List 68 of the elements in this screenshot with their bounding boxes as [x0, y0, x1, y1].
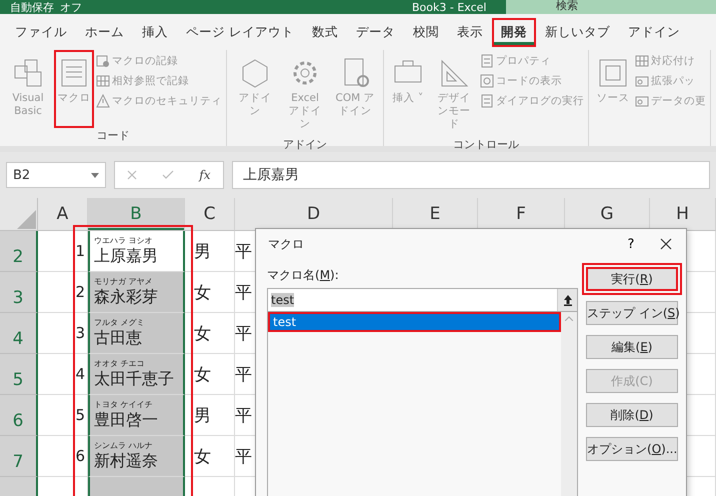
- row-header[interactable]: 5: [0, 354, 38, 395]
- window-title: Book3 - Excel: [412, 2, 486, 14]
- row-header[interactable]: 7: [0, 436, 38, 477]
- group-label: アドイン: [282, 137, 328, 153]
- ribbon-tab[interactable]: 表示: [448, 18, 492, 46]
- search-field[interactable]: 検索: [506, 0, 716, 14]
- name-cell: シンムラ ハルナ 新村遥奈: [88, 436, 185, 477]
- table-cell: 女: [185, 354, 235, 395]
- column-header[interactable]: C: [185, 198, 235, 231]
- dialog-title: マクロ: [268, 236, 305, 252]
- grid-icon: [635, 54, 649, 68]
- column-header[interactable]: H: [650, 198, 716, 231]
- package-icon: [635, 94, 649, 108]
- row-header[interactable]: 3: [0, 272, 38, 313]
- table-cell: 女: [185, 272, 235, 313]
- ribbon-tab[interactable]: アドイン: [618, 18, 689, 46]
- ribbon-tab[interactable]: ホーム: [76, 18, 133, 46]
- dialog-button[interactable]: 削除(D): [586, 403, 678, 427]
- close-icon[interactable]: [660, 238, 672, 250]
- dialog-button[interactable]: オプション(O)...: [586, 437, 678, 461]
- name-cell: トヨタ ケイイチ 豊田啓一: [88, 395, 185, 436]
- column-header[interactable]: F: [478, 198, 565, 231]
- table-cell: 女: [185, 313, 235, 354]
- autosave-toggle[interactable]: オフ: [60, 2, 82, 14]
- ribbon-tab[interactable]: 数式: [302, 18, 347, 46]
- name-box[interactable]: B2: [6, 162, 106, 188]
- column-header[interactable]: E: [393, 198, 478, 231]
- list-item[interactable]: test: [268, 312, 561, 332]
- ribbon-tab[interactable]: 挿入: [133, 18, 177, 46]
- grid-icon: [96, 74, 110, 88]
- function-button[interactable]: fx: [199, 168, 211, 182]
- name-cell: モリナガ アヤメ 森永彩芽: [88, 272, 185, 313]
- check-icon[interactable]: [162, 170, 174, 180]
- group-label: コード: [96, 128, 130, 144]
- ribbon-tab[interactable]: 開発: [492, 18, 536, 46]
- dialog-button[interactable]: 編集(E): [586, 335, 678, 359]
- row-header[interactable]: 2: [0, 231, 38, 272]
- record-icon: [96, 54, 110, 68]
- scroll-up-icon[interactable]: [565, 316, 573, 321]
- scrollbar[interactable]: [561, 312, 577, 496]
- list-icon: [480, 54, 494, 68]
- column-header[interactable]: B: [88, 198, 185, 231]
- autosave-label: 自動保存: [10, 2, 54, 14]
- formula-field[interactable]: 上原嘉男: [232, 161, 710, 189]
- name-cell: ウエハラ ヨシオ 上原嘉男: [88, 231, 185, 272]
- ribbon-tab[interactable]: 校閲: [404, 18, 448, 46]
- table-cell: 男: [185, 395, 235, 436]
- dropdown-icon[interactable]: [91, 172, 99, 178]
- name-cell: オオタ チエコ 太田千恵子: [88, 354, 185, 395]
- column-header[interactable]: G: [565, 198, 650, 231]
- table-cell: 男: [185, 231, 235, 272]
- column-header[interactable]: D: [235, 198, 393, 231]
- list-icon: [480, 94, 494, 108]
- group-label: コントロール: [452, 137, 520, 153]
- row-header[interactable]: 6: [0, 395, 38, 436]
- package-icon: [635, 74, 649, 88]
- ribbon-tab[interactable]: 新しいタブ: [536, 18, 619, 46]
- dialog-button[interactable]: ステップ イン(S): [586, 301, 678, 325]
- row-header[interactable]: 4: [0, 313, 38, 354]
- ribbon-tab[interactable]: ファイル: [6, 18, 76, 46]
- help-button[interactable]: ?: [616, 236, 646, 252]
- table-cell: 女: [185, 436, 235, 477]
- ribbon-tab[interactable]: ページ レイアウト: [177, 18, 303, 46]
- column-header[interactable]: A: [38, 198, 88, 231]
- name-cell: フルタ メグミ 古田恵: [88, 313, 185, 354]
- magnifier-icon: [480, 74, 494, 88]
- warning-icon: [96, 94, 110, 108]
- ribbon-tab[interactable]: データ: [346, 18, 404, 46]
